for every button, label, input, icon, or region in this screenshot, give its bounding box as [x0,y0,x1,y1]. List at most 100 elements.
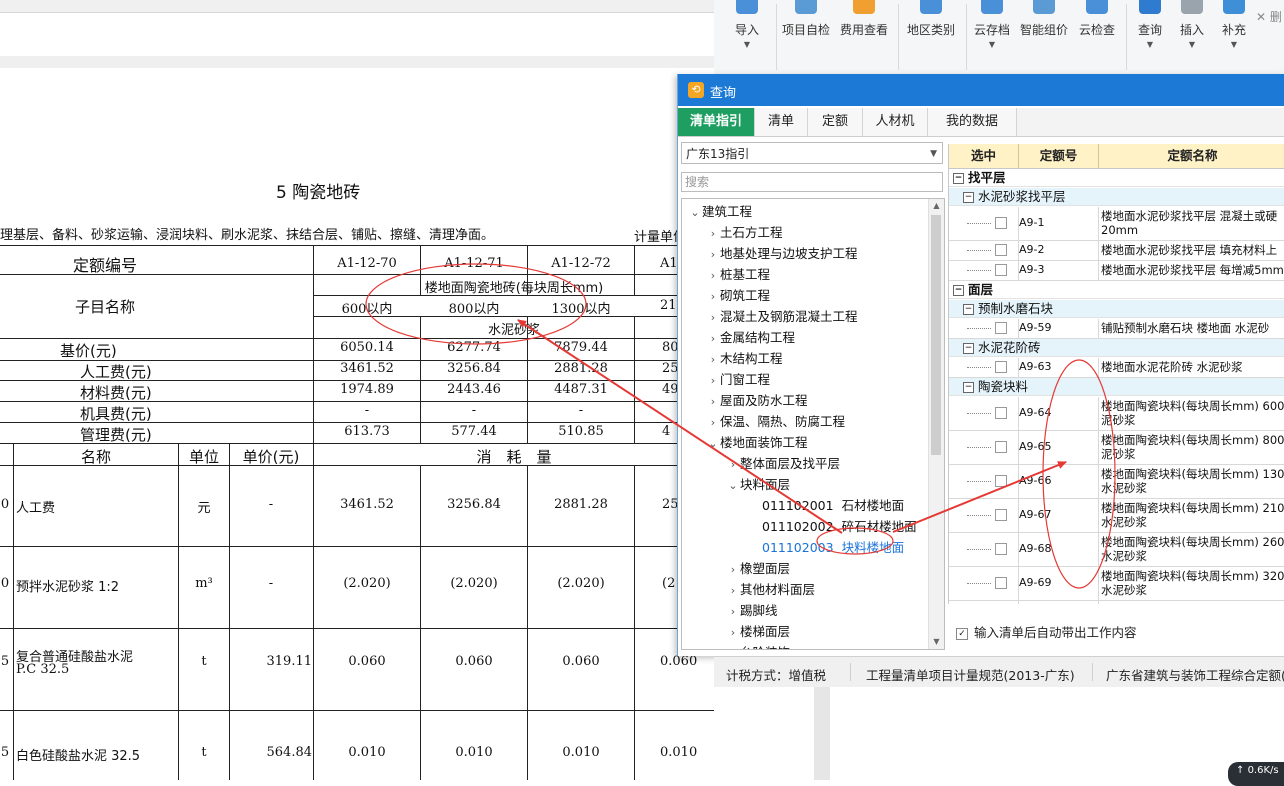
dialog-title-bar[interactable]: ⟲ 查询 [678,74,1284,106]
tree-node[interactable]: ⌄ 建筑工程 [688,201,752,222]
chevron-right-icon[interactable]: › [706,223,720,244]
region-type-button[interactable]: 地区类别 [902,0,960,74]
checkbox-checked-icon[interactable]: ✓ [956,627,968,640]
quota-row[interactable]: A9-1 楼地面水泥砂浆找平层 混凝土或硬 20mm [949,207,1284,241]
quota-row[interactable]: A9-68 楼地面陶瓷块料(每块周长mm) 2600 水泥砂浆 [949,533,1284,567]
quota-row[interactable]: A9-64 楼地面陶瓷块料(每块周长mm) 600以 泥砂浆 [949,397,1284,431]
tree-node[interactable]: 011102001 石材楼地面 [762,495,904,516]
row-checkbox[interactable] [995,509,1007,521]
quota-row[interactable]: A9-3 楼地面水泥砂浆找平层 每增减5mm [949,261,1284,281]
quota-row[interactable]: A9-70 楼地面陶瓷块料(每块周长mm) 3200 [949,601,1284,604]
import-button[interactable]: 导入 ▼ [722,0,772,74]
auto-work-content-option[interactable]: ✓ 输入清单后自动带出工作内容 [956,622,1137,641]
tree-node[interactable]: › 橡塑面层 [726,558,790,579]
row-checkbox[interactable] [995,244,1007,256]
tree-node[interactable]: › 整体面层及找平层 [726,453,840,474]
supplement-button[interactable]: 补充 ▼ [1214,0,1254,74]
tree-node[interactable]: › 屋面及防水工程 [706,390,808,411]
quota-row[interactable]: A9-63 楼地面水泥花阶砖 水泥砂浆 [949,358,1284,378]
chevron-down-icon[interactable]: ⌄ [726,475,740,496]
chevron-right-icon[interactable]: › [706,370,720,391]
chevron-right-icon[interactable]: › [706,412,720,433]
chevron-right-icon[interactable]: › [706,286,720,307]
project-check-button[interactable]: 项目自检 [778,0,834,74]
collapse-minus-icon[interactable]: − [963,304,974,315]
collapse-minus-icon[interactable]: − [953,173,964,184]
tree-node[interactable]: › 砌筑工程 [706,285,770,306]
tab-my-data[interactable]: 我的数据 [928,108,1017,136]
tree-node[interactable]: › 金属结构工程 [706,327,795,348]
chevron-down-icon[interactable]: ⌄ [706,433,720,454]
row-checkbox[interactable] [995,264,1007,276]
collapse-minus-icon[interactable]: − [953,285,964,296]
tree-node[interactable]: › 地基处理与边坡支护工程 [706,243,858,264]
tree-node-selected[interactable]: 011102003 块料楼地面 [762,537,904,558]
chevron-right-icon[interactable]: › [726,580,740,601]
chevron-right-icon[interactable]: › [706,265,720,286]
tree-node[interactable]: › 踢脚线 [726,600,778,621]
chevron-down-icon[interactable]: ⌄ [688,202,702,223]
tree-node[interactable]: ›台阶装饰 [726,642,790,649]
row-checkbox[interactable] [995,322,1007,334]
collapse-minus-icon[interactable]: − [963,343,974,354]
row-checkbox[interactable] [995,361,1007,373]
scroll-up-icon[interactable]: ▲ [929,199,944,213]
subgroup-header[interactable]: − 水泥花阶砖 [949,339,1284,357]
group-header[interactable]: − 面层 [949,281,1284,299]
delete-button[interactable]: ✕ 删 [1254,0,1284,74]
tree-node[interactable]: › 保温、隔热、防腐工程 [706,411,845,432]
tree-node[interactable]: ⌄ 楼地面装饰工程 [706,432,807,454]
chevron-right-icon[interactable]: › [706,307,720,328]
row-checkbox[interactable] [995,475,1007,487]
chevron-right-icon[interactable]: › [706,244,720,265]
tree-node[interactable]: › 门窗工程 [706,369,770,390]
collapse-minus-icon[interactable]: − [963,192,974,203]
tree-node[interactable]: › 楼梯面层 [726,621,790,642]
query-button[interactable]: 查询 ▼ [1130,0,1170,74]
row-checkbox[interactable] [995,441,1007,453]
tree-node[interactable]: 011102002 碎石材楼地面 [762,516,917,537]
subgroup-header[interactable]: − 预制水磨石块 [949,300,1284,318]
quota-row[interactable]: A9-67 楼地面陶瓷块料(每块周长mm) 2100 水泥砂浆 [949,499,1284,533]
collapse-minus-icon[interactable]: − [963,382,974,393]
insert-button[interactable]: 插入 ▼ [1172,0,1212,74]
subgroup-header[interactable]: − 水泥砂浆找平层 [949,188,1284,206]
chevron-right-icon[interactable]: › [726,454,740,475]
tab-labor-material-machine[interactable]: 人材机 [863,108,928,136]
row-checkbox[interactable] [995,217,1007,229]
tree-node[interactable]: › 混凝土及钢筋混凝土工程 [706,306,858,327]
chevron-right-icon[interactable]: › [726,622,740,643]
chevron-right-icon[interactable]: › [726,601,740,622]
tree-node[interactable]: › 桩基工程 [706,264,770,285]
scroll-down-icon[interactable]: ▼ [929,635,944,649]
tab-bill-guide[interactable]: 清单指引 [678,108,755,136]
subgroup-header[interactable]: − 陶瓷块料 [949,378,1284,396]
tab-quota[interactable]: 定额 [808,108,863,136]
quota-row[interactable]: A9-66 楼地面陶瓷块料(每块周长mm) 1300 水泥砂浆 [949,465,1284,499]
chevron-right-icon[interactable]: › [726,643,740,649]
group-header[interactable]: − 找平层 [949,169,1284,187]
chevron-right-icon[interactable]: › [706,349,720,370]
tree-node[interactable]: › 其他材料面层 [726,579,815,600]
tree-node[interactable]: › 木结构工程 [706,348,783,369]
row-checkbox[interactable] [995,407,1007,419]
quota-row[interactable]: A9-2 楼地面水泥砂浆找平层 填充材料上 [949,241,1284,261]
chevron-right-icon[interactable]: › [706,328,720,349]
cost-view-button[interactable]: 费用查看 [836,0,892,74]
row-checkbox[interactable] [995,543,1007,555]
tree-scroll-thumb[interactable] [931,215,941,455]
quota-row[interactable]: A9-59 铺贴预制水磨石块 楼地面 水泥砂 [949,319,1284,339]
library-select[interactable]: 广东13指引 ▼ [681,142,943,164]
tree-node[interactable]: ⌄ 块料面层 [726,474,790,495]
smart-pricing-button[interactable]: 智能组价 [1016,0,1072,74]
chevron-right-icon[interactable]: › [726,559,740,580]
tree-scrollbar[interactable]: ▲ ▼ [928,199,944,649]
search-input[interactable]: 搜索 [681,172,943,192]
cloud-check-button[interactable]: 云检查 [1074,0,1120,74]
row-checkbox[interactable] [995,577,1007,589]
chevron-right-icon[interactable]: › [706,391,720,412]
bill-spec[interactable]: 工程量清单项目计量规范(2013-广东) [866,665,1075,684]
cloud-archive-button[interactable]: 云存档 ▼ [970,0,1014,74]
tab-bill[interactable]: 清单 [755,108,808,136]
quota-row[interactable]: A9-65 楼地面陶瓷块料(每块周长mm) 800以 泥砂浆 [949,431,1284,465]
